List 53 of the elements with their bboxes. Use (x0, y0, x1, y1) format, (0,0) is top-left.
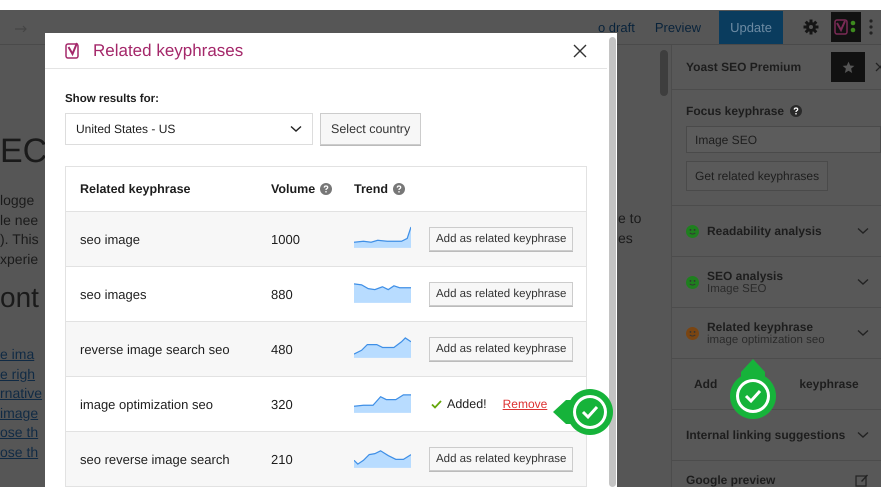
section-title: Readability analysis (707, 224, 823, 238)
dialog-title: Related keyphrases (93, 40, 244, 60)
section-title: SEO analysis (707, 269, 784, 283)
update-button[interactable]: Update (719, 10, 783, 44)
section-title: keyphrase (799, 377, 859, 391)
paragraph-text: xperie (0, 250, 40, 269)
focus-keyphrase-label: Focus keyphrase (686, 104, 784, 118)
text-link[interactable]: rnative (0, 384, 44, 404)
preview-link[interactable]: Preview (654, 20, 702, 34)
volume-cell-text: 210 (271, 452, 294, 466)
country-dropdown[interactable]: United States - US (65, 113, 313, 145)
add-keyphrase-button[interactable]: Add as related keyphrase (429, 227, 574, 251)
select-country-button[interactable]: Select country (320, 113, 422, 145)
volume-cell-text: 480 (271, 342, 294, 356)
section-title: Google preview (686, 473, 776, 487)
volume-cell-text: 1000 (271, 232, 301, 246)
switch-to-draft-link[interactable]: o draft (598, 20, 635, 34)
text-link[interactable]: e ima (0, 345, 44, 364)
analysis-section[interactable]: Readability analysis (672, 206, 881, 257)
paragraph-text: es (618, 228, 634, 248)
focus-keyphrase-field[interactable]: Image SEO (686, 126, 881, 153)
collapsible-section[interactable]: Google preview (672, 461, 881, 487)
text-link[interactable]: e righ (0, 364, 44, 384)
added-status: Added! (447, 397, 487, 411)
remove-link[interactable]: Remove (502, 397, 548, 411)
section-title: Add (694, 377, 718, 391)
keyphrase-cell-text: reverse image search seo (79, 342, 231, 356)
filter-label: Show results for: (65, 93, 160, 105)
keyphrase-cell-text: image optimization seo (79, 396, 214, 412)
volume-cell-text: 880 (271, 286, 294, 302)
text-link[interactable]: ose th (0, 423, 44, 442)
sidebar-title: Yoast SEO Premium (686, 60, 802, 74)
add-keyphrase-button[interactable]: Add as related keyphrase (429, 337, 574, 361)
get-related-keyphrases-button[interactable]: Get related keyphrases (686, 161, 828, 191)
keyphrase-cell-text: seo images (79, 286, 148, 302)
column-header: Related keyphrase (80, 182, 190, 196)
column-header: Trend (354, 182, 388, 196)
paragraph-text: e to (618, 209, 642, 228)
keyphrase-cell-text: seo reverse image search (79, 452, 231, 466)
add-keyphrase-button[interactable]: Add as related keyphrase (429, 282, 574, 306)
paragraph-text: ). This (0, 230, 40, 249)
paragraph-text: logge (0, 191, 36, 210)
paragraph-text: le nee (0, 210, 40, 230)
post-heading: ont (0, 281, 40, 315)
add-keyphrase-button[interactable]: Add as related keyphrase (429, 447, 574, 471)
keyphrase-cell-text: seo image (79, 232, 141, 246)
text-link[interactable]: image (0, 404, 44, 423)
volume-cell-text: 320 (271, 396, 294, 412)
column-header: Volume (271, 182, 316, 196)
section-title: Internal linking suggestions (686, 428, 846, 442)
post-title: EC (0, 131, 44, 171)
text-link[interactable]: ose th (0, 442, 44, 462)
section-title: Related keyphrase (707, 320, 814, 334)
